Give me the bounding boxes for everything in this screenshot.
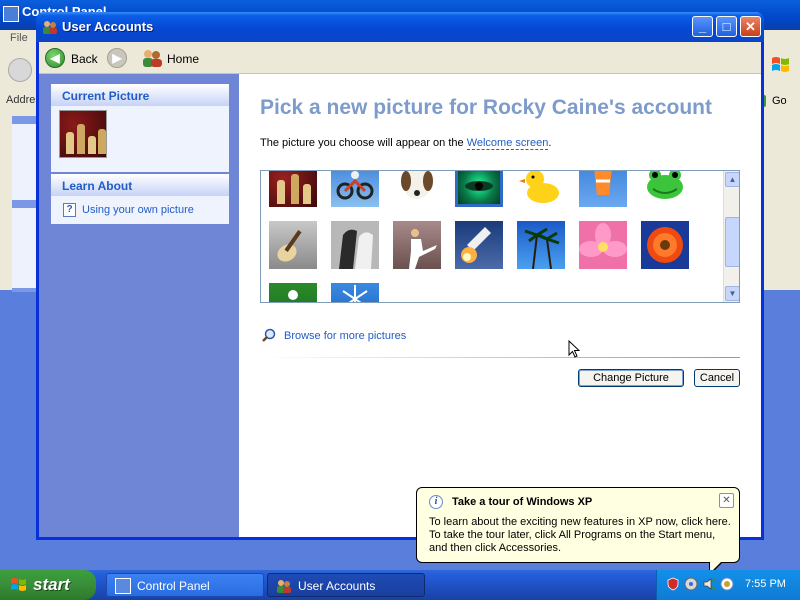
maximize-icon: □	[722, 19, 731, 34]
picture-pink-flower[interactable]	[579, 221, 627, 269]
task-pane: Current Picture Learn About ? Using your…	[39, 74, 239, 537]
divider	[260, 357, 740, 358]
speaker-icon[interactable]	[702, 577, 716, 591]
balloon-close-button[interactable]: ✕	[719, 493, 734, 508]
taskbar-item-label: User Accounts	[298, 579, 376, 593]
control-panel-icon	[3, 6, 19, 22]
picture-snowflake[interactable]	[331, 283, 379, 302]
welcome-screen-link[interactable]: Welcome screen	[466, 137, 549, 150]
current-picture-image	[59, 110, 107, 158]
back-button[interactable]: ◀ Back	[43, 46, 103, 70]
taskbar-item-control-panel[interactable]: Control Panel	[106, 573, 264, 597]
picture-golf[interactable]	[269, 283, 317, 302]
learn-about-header: Learn About	[51, 174, 229, 196]
minimize-icon: _	[698, 19, 707, 34]
picture-green-eye[interactable]	[455, 171, 503, 207]
cancel-button[interactable]: Cancel	[694, 369, 740, 387]
picture-fish[interactable]	[579, 171, 627, 207]
picture-chess[interactable]	[269, 171, 317, 207]
security-shield-icon[interactable]	[666, 577, 680, 591]
user-accounts-window: User Accounts _ □ ✕ ◀ Back ▶ Home Curren…	[36, 12, 764, 540]
taskbar-item-label: Control Panel	[137, 579, 210, 593]
control-panel-icon	[115, 578, 131, 594]
picture-frog[interactable]	[641, 171, 689, 207]
cp-task-box	[12, 208, 38, 288]
home-button[interactable]: Home	[139, 46, 201, 70]
close-button[interactable]: ✕	[740, 16, 761, 37]
user-accounts-icon	[43, 21, 57, 34]
windows-logo-icon	[11, 578, 26, 591]
main-content: Pick a new picture for Rocky Caine's acc…	[239, 74, 761, 537]
forward-arrow-icon[interactable]: ▶	[107, 48, 127, 68]
page-title: Pick a new picture for Rocky Caine's acc…	[260, 96, 712, 119]
scroll-up-icon[interactable]: ▲	[725, 172, 739, 187]
close-icon: ✕	[745, 19, 756, 34]
navigation-toolbar: ◀ Back ▶ Home	[39, 42, 761, 74]
browse-more-pictures-link[interactable]: Browse for more pictures	[284, 330, 406, 342]
user-accounts-titlebar[interactable]: User Accounts _ □ ✕	[36, 12, 764, 42]
cp-back-icon[interactable]	[8, 58, 32, 82]
menu-file[interactable]: File	[10, 32, 28, 44]
using-own-picture-link[interactable]: Using your own picture	[82, 204, 194, 216]
picture-palm-trees[interactable]	[517, 221, 565, 269]
start-button[interactable]: start	[0, 570, 96, 600]
scrollbar-thumb[interactable]	[725, 217, 739, 267]
picture-list-scrollbar[interactable]: ▲ ▼	[723, 171, 739, 302]
taskbar-item-user-accounts[interactable]: User Accounts	[267, 573, 425, 597]
taskbar: start Control Panel User Accounts 7:55 P…	[0, 570, 800, 600]
back-arrow-icon: ◀	[45, 48, 65, 68]
learn-about-box: Learn About ? Using your own picture	[51, 174, 229, 224]
picture-guitar[interactable]	[269, 221, 317, 269]
picture-rubber-duck[interactable]	[517, 171, 565, 207]
picture-dirt-bike[interactable]	[331, 171, 379, 207]
minimize-button[interactable]: _	[692, 16, 713, 37]
page-description: The picture you choose will appear on th…	[260, 137, 552, 150]
balloon-text[interactable]: To learn about the exciting new features…	[429, 516, 735, 555]
mouse-cursor-icon	[568, 340, 580, 358]
home-label: Home	[167, 52, 200, 66]
picture-space-shuttle[interactable]	[455, 221, 503, 269]
scroll-down-icon[interactable]: ▼	[725, 286, 739, 301]
control-panel-taskpane	[12, 116, 38, 292]
user-accounts-icon	[277, 580, 291, 593]
picture-red-daisy[interactable]	[641, 221, 689, 269]
picture-dog[interactable]	[393, 171, 441, 207]
back-label: Back	[71, 52, 98, 66]
go-button[interactable]: Go	[754, 92, 800, 112]
change-picture-button[interactable]: Change Picture	[578, 369, 684, 387]
current-picture-header: Current Picture	[51, 84, 229, 106]
tour-balloon-tooltip[interactable]: i Take a tour of Windows XP ✕ To learn a…	[416, 487, 740, 576]
tour-info-icon[interactable]	[720, 577, 734, 591]
clock: 7:55 PM	[745, 578, 786, 590]
picture-karate[interactable]	[393, 221, 441, 269]
info-icon: i	[429, 495, 443, 509]
magnifier-icon	[262, 328, 276, 342]
maximize-button[interactable]: □	[716, 16, 737, 37]
help-icon: ?	[63, 203, 76, 217]
balloon-title: Take a tour of Windows XP	[452, 496, 593, 508]
system-tray: 7:55 PM	[656, 570, 800, 600]
go-label: Go	[772, 95, 787, 107]
start-label: start	[33, 575, 70, 594]
cp-task-box	[12, 124, 38, 200]
windows-flag-icon	[772, 57, 789, 72]
picture-list[interactable]: ▲ ▼	[260, 170, 740, 303]
picture-horses[interactable]	[331, 221, 379, 269]
window-title: User Accounts	[62, 19, 154, 34]
network-icon[interactable]	[684, 577, 698, 591]
current-picture-box: Current Picture	[51, 84, 229, 172]
home-users-icon	[143, 50, 162, 67]
